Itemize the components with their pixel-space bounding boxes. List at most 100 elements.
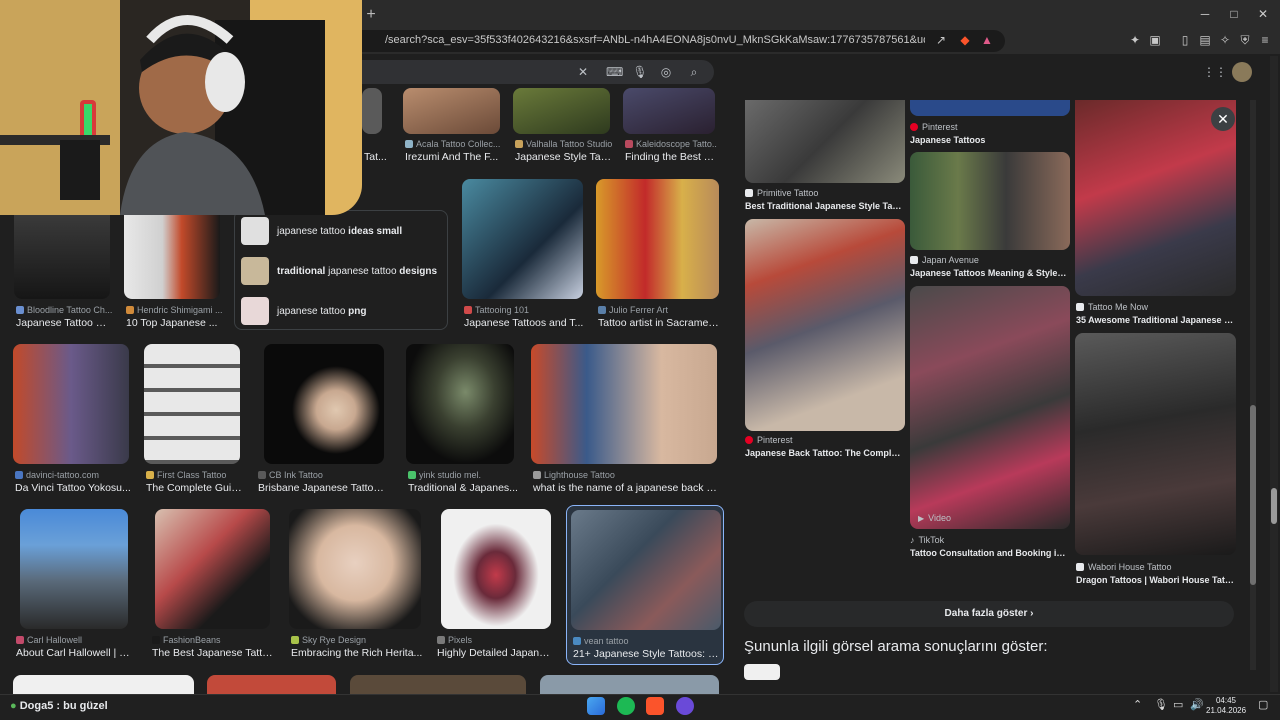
notification-icon[interactable]: ▢ xyxy=(1258,698,1268,711)
image-title[interactable]: Dragon Tattoos | Wabori House Tattoo... xyxy=(1076,575,1236,585)
vpn-icon[interactable]: ⛨ xyxy=(1237,32,1253,48)
image-thumbnail[interactable] xyxy=(540,675,719,694)
panel-scroll-thumb[interactable] xyxy=(1250,405,1256,585)
keyboard-icon[interactable]: ⌨ xyxy=(606,64,623,80)
image-title[interactable]: Japanese Back Tattoo: The Complete... xyxy=(745,448,903,458)
sidebar-icon[interactable]: ▯ xyxy=(1177,32,1193,48)
avatar[interactable] xyxy=(1232,62,1252,82)
image-thumbnail[interactable] xyxy=(362,88,382,134)
search-icon[interactable]: ⌕ xyxy=(686,64,702,80)
image-thumbnail[interactable] xyxy=(20,509,128,629)
image-thumbnail[interactable] xyxy=(14,215,110,299)
image-card[interactable]: Bloodline Tattoo Ch... Japanese Tattoo D… xyxy=(14,215,112,330)
image-card[interactable]: Julio Ferrer Art Tattoo artist in Sacram… xyxy=(596,179,721,330)
wallet-icon[interactable]: ▤ xyxy=(1197,32,1213,48)
volume-icon[interactable]: 🔊 xyxy=(1190,698,1204,711)
image-title[interactable]: Irezumi And The F... xyxy=(405,151,502,163)
image-thumbnail[interactable] xyxy=(155,509,270,629)
image-thumbnail[interactable] xyxy=(462,179,583,299)
image-thumbnail[interactable] xyxy=(1075,333,1236,555)
image-card[interactable]: Valhalla Tattoo Studio Japanese Style Ta… xyxy=(513,88,612,168)
image-thumbnail[interactable] xyxy=(623,88,715,134)
image-thumbnail[interactable] xyxy=(745,219,905,431)
new-tab-button[interactable]: + xyxy=(360,4,382,26)
mic-tray-icon[interactable]: 🎙 xyxy=(1154,698,1168,711)
windows-start-icon[interactable] xyxy=(587,697,605,715)
image-title[interactable]: Japanese Tattoos and T... xyxy=(464,317,585,329)
image-card[interactable]: Tat... xyxy=(362,88,387,168)
extensions-icon[interactable]: ✦ xyxy=(1127,32,1143,48)
image-thumbnail[interactable] xyxy=(207,675,336,694)
image-title[interactable]: Tattoo artist in Sacramen... xyxy=(598,317,721,329)
image-thumbnail[interactable] xyxy=(403,88,500,134)
image-thumbnail[interactable] xyxy=(910,286,1070,529)
image-title[interactable]: what is the name of a japanese back tatt… xyxy=(533,482,719,494)
mic-icon[interactable]: 🎙 xyxy=(632,64,648,80)
image-title[interactable]: About Carl Hallowell | Da... xyxy=(16,647,137,659)
app-icon[interactable] xyxy=(676,697,694,715)
url-text[interactable]: /search?sca_esv=35f533f402643216&sxsrf=A… xyxy=(385,34,925,46)
image-thumbnail[interactable] xyxy=(1075,100,1236,296)
image-thumbnail[interactable] xyxy=(441,509,551,629)
image-thumbnail[interactable] xyxy=(513,88,610,134)
spotify-icon[interactable] xyxy=(617,697,635,715)
image-title[interactable]: Tat... xyxy=(364,151,390,163)
tab-icon[interactable]: ▣ xyxy=(1147,32,1163,48)
image-thumbnail[interactable] xyxy=(531,344,717,464)
page-scrollbar[interactable] xyxy=(1270,56,1278,692)
image-card[interactable]: Tattooing 101 Japanese Tattoos and T... xyxy=(462,179,583,330)
image-card[interactable]: Pixels Highly Detailed Japanes... xyxy=(435,509,553,661)
image-title[interactable]: Finding the Best T... xyxy=(625,151,717,163)
image-title[interactable]: Traditional & Japanes... xyxy=(408,482,518,494)
image-title[interactable]: Japanese Tattoos xyxy=(910,135,1068,145)
image-thumbnail[interactable] xyxy=(13,344,129,464)
close-window-button[interactable]: ✕ xyxy=(1246,0,1280,28)
image-title[interactable]: Japanese Tattoos Meaning & Style |... xyxy=(910,268,1068,278)
image-title[interactable]: The Complete Guid... xyxy=(146,482,242,494)
image-card[interactable]: yink studio mel. Traditional & Japanes..… xyxy=(406,344,518,496)
ai-icon[interactable]: ✧ xyxy=(1217,32,1233,48)
apps-icon[interactable]: ⋮⋮ xyxy=(1203,64,1227,80)
image-thumbnail[interactable] xyxy=(910,100,1070,116)
image-thumbnail[interactable] xyxy=(264,344,384,464)
related-search-item[interactable]: traditional japanese tattoo designs xyxy=(235,251,449,291)
image-title[interactable]: Best Traditional Japanese Style Tattoo..… xyxy=(745,201,903,211)
image-title[interactable]: 10 Top Japanese ... xyxy=(126,317,222,329)
image-card[interactable]: Sky Rye Design Embracing the Rich Herita… xyxy=(289,509,422,661)
image-card[interactable]: Lighthouse Tattoo what is the name of a … xyxy=(531,344,719,496)
image-title[interactable]: 21+ Japanese Style Tattoos: Id... xyxy=(573,648,721,660)
image-thumbnail[interactable] xyxy=(596,179,719,299)
page-scroll-thumb[interactable] xyxy=(1271,488,1277,524)
brave-icon[interactable] xyxy=(646,697,664,715)
image-title[interactable]: Brisbane Japanese Tattoo A... xyxy=(258,482,388,494)
network-icon[interactable]: ▭ xyxy=(1173,698,1183,711)
image-card[interactable]: Hendric Shimigami ... 10 Top Japanese ..… xyxy=(124,215,222,330)
brave-shields-icon[interactable]: ◆ xyxy=(957,32,973,48)
chevron-up-icon[interactable]: ⌃ xyxy=(1133,698,1142,711)
image-card[interactable]: First Class Tattoo The Complete Guid... xyxy=(144,344,242,496)
image-thumbnail[interactable] xyxy=(744,664,780,680)
image-thumbnail[interactable] xyxy=(289,509,421,629)
image-card[interactable]: Acala Tattoo Collec... Irezumi And The F… xyxy=(403,88,500,168)
image-title[interactable]: The Best Japanese Tattoo... xyxy=(152,647,274,659)
image-title[interactable]: Tattoo Consultation and Booking in Bali xyxy=(910,548,1068,558)
lens-icon[interactable]: ◎ xyxy=(658,64,674,80)
image-card[interactable]: Kaleidoscope Tatto... Finding the Best T… xyxy=(623,88,717,168)
image-card[interactable]: davinci-tattoo.com Da Vinci Tattoo Yokos… xyxy=(13,344,131,496)
menu-icon[interactable]: ≡ xyxy=(1257,32,1273,48)
image-title[interactable]: 35 Awesome Traditional Japanese Sleev... xyxy=(1076,315,1236,325)
system-clock[interactable]: 04:45 21.04.2026 xyxy=(1206,696,1246,716)
image-thumbnail[interactable] xyxy=(910,152,1070,250)
image-thumbnail[interactable] xyxy=(144,344,240,464)
image-card[interactable]: Carl Hallowell About Carl Hallowell | Da… xyxy=(14,509,137,661)
image-title[interactable]: Highly Detailed Japanes... xyxy=(437,647,553,659)
show-more-button[interactable]: Daha fazla göster › xyxy=(744,601,1234,627)
image-thumbnail[interactable] xyxy=(745,100,905,183)
image-title[interactable]: Embracing the Rich Herita... xyxy=(291,647,424,659)
image-title[interactable]: Japanese Tattoo D... xyxy=(16,317,112,329)
clear-icon[interactable]: ✕ xyxy=(575,64,591,80)
image-thumbnail[interactable] xyxy=(13,675,194,694)
image-thumbnail[interactable] xyxy=(571,510,721,630)
close-panel-button[interactable]: ✕ xyxy=(1211,107,1235,131)
share-icon[interactable]: ↗ xyxy=(933,32,949,48)
